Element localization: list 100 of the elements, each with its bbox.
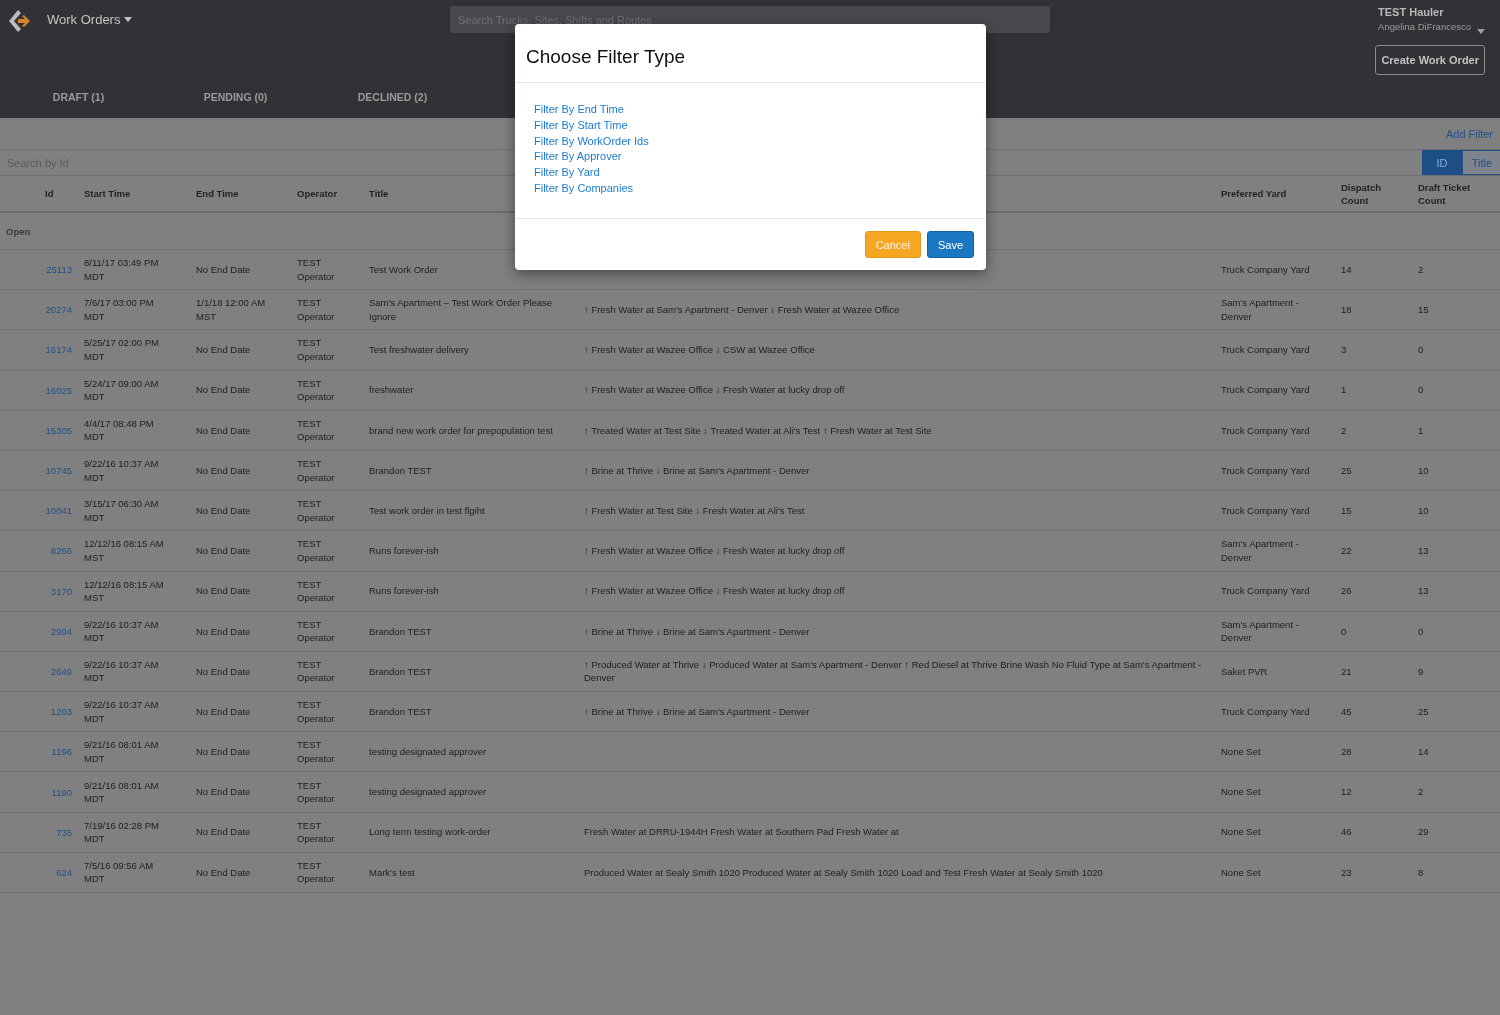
table-cell-text: No End Date bbox=[195, 423, 252, 438]
work-order-id-link[interactable]: 2649 bbox=[50, 665, 78, 677]
table-cell-text: Brandon TEST bbox=[368, 463, 433, 478]
work-order-id-link[interactable]: 3170 bbox=[50, 585, 78, 597]
table-cell-text: Runs forever-ish bbox=[368, 544, 440, 558]
search-mode-button[interactable]: ID bbox=[1422, 150, 1462, 175]
tab[interactable]: DRAFT (1) bbox=[0, 80, 157, 118]
filter-option-link[interactable]: Filter By Companies bbox=[534, 182, 634, 196]
table-cell-text: Long term testing work-order bbox=[368, 825, 492, 839]
work-order-id-link[interactable]: 735 bbox=[56, 826, 78, 838]
table-cell-text: 29 bbox=[1417, 825, 1430, 839]
work-order-id-link[interactable]: 1203 bbox=[50, 706, 78, 718]
table-cell-text: 1 bbox=[1340, 383, 1348, 397]
work-order-id-link[interactable]: 20274 bbox=[45, 304, 78, 316]
table-cell-text: 7/6/17 03:00 PM MDT bbox=[83, 296, 155, 324]
table-cell-text: ↑ Fresh Water at Wazee Office ↓ Fresh Water at lucky drop off bbox=[583, 383, 846, 397]
table-cell-text: 9 bbox=[1417, 664, 1425, 679]
filter-option-link[interactable]: Filter By Start Time bbox=[534, 118, 628, 133]
table-cell-text: 13 bbox=[1417, 544, 1430, 558]
group-label: Open bbox=[6, 225, 31, 237]
caret-icon bbox=[124, 17, 133, 22]
table-cell-text: ↑ Fresh Water at Wazee Office ↓ Fresh Water at lucky drop off bbox=[583, 584, 846, 598]
filter-option-link[interactable]: Filter By End Time bbox=[534, 103, 624, 117]
table-cell-text: Sam's Apartment – Test Work Order Please Ignore bbox=[368, 296, 554, 324]
table-cell-text: Brandon TEST bbox=[368, 624, 433, 639]
table-cell-text: freshwater bbox=[368, 383, 415, 397]
table-cell-text: Fresh Water at DRRU-1944H Fresh Water at Southern Pad Fresh Water at bbox=[583, 825, 900, 839]
tab[interactable]: PENDING (0) bbox=[157, 80, 314, 118]
table-cell-text: 25 bbox=[1340, 463, 1353, 478]
column-header: Id bbox=[44, 187, 55, 200]
table-cell-text: ↑ Brine at Thrive ↓ Brine at Sam's Apartment - Denver bbox=[583, 704, 811, 719]
cancel-button[interactable]: Cancel bbox=[864, 231, 921, 258]
table-cell-text: 8/11/17 03:49 PM MDT bbox=[83, 256, 160, 284]
work-order-id-link[interactable]: 10745 bbox=[45, 465, 78, 477]
save-button[interactable]: Save bbox=[926, 231, 974, 258]
table-cell-text: 45 bbox=[1340, 704, 1353, 719]
table-cell-text: TEST Operator bbox=[296, 858, 336, 886]
table-cell-text: No End Date bbox=[195, 825, 252, 839]
work-order-id-link[interactable]: 2994 bbox=[50, 625, 78, 637]
app-menu[interactable]: Work Orders bbox=[47, 8, 133, 31]
filter-option-link[interactable]: Filter By Approver bbox=[534, 150, 622, 164]
table-cell-text: Brandon TEST bbox=[368, 704, 433, 719]
work-order-id-link[interactable]: 8266 bbox=[50, 545, 78, 557]
filter-option-link[interactable]: Filter By WorkOrder Ids bbox=[534, 134, 649, 148]
table-cell-text: Test freshwater delivery bbox=[368, 343, 470, 357]
table-cell-text: ↑ Fresh Water at Test Site ↓ Fresh Water at Ali's Test bbox=[583, 503, 806, 518]
table-cell-text: TEST Operator bbox=[296, 256, 336, 284]
table-cell-text: None Set bbox=[1220, 785, 1262, 799]
table-cell-text: 9/21/16 08:01 AM MDT bbox=[83, 738, 160, 766]
table-cell-text: 15 bbox=[1340, 503, 1353, 518]
create-work-order-button[interactable]: Create Work Order bbox=[1375, 45, 1485, 75]
work-order-id-link[interactable]: 10041 bbox=[45, 505, 78, 517]
table-cell-text: No End Date bbox=[195, 745, 252, 759]
user-name: Angelina DiFrancesco bbox=[1378, 21, 1471, 32]
table-cell-text: 3 bbox=[1340, 343, 1348, 357]
table-cell-text: 2 bbox=[1417, 785, 1425, 799]
table-cell-text: 14 bbox=[1417, 745, 1430, 759]
column-header: End Time bbox=[195, 187, 240, 200]
table-cell-text: 0 bbox=[1340, 624, 1348, 639]
table-cell-text: ↑ Fresh Water at Sam's Apartment - Denver ↓ Fresh Water at Wazee Office bbox=[583, 303, 901, 317]
work-order-id-link[interactable]: 1196 bbox=[51, 746, 78, 758]
table-cell-text: None Set bbox=[1220, 865, 1262, 880]
work-order-id-link[interactable]: 25113 bbox=[46, 264, 78, 276]
table-cell-text: 22 bbox=[1340, 544, 1353, 558]
table-cell-text: 12 bbox=[1340, 785, 1353, 799]
table-cell-text: TEST Operator bbox=[296, 457, 336, 485]
work-order-id-link[interactable]: 624 bbox=[56, 866, 78, 878]
table-cell-text: 2 bbox=[1340, 423, 1348, 438]
table-cell-text: TEST Operator bbox=[296, 416, 336, 444]
table-cell-text: Sam's Apartment - Denver bbox=[1220, 296, 1300, 324]
table-cell-text: Truck Company Yard bbox=[1220, 503, 1311, 518]
table-cell-text: 13 bbox=[1417, 584, 1430, 598]
search-mode-button[interactable]: Title bbox=[1462, 150, 1500, 175]
add-filter-link[interactable]: Add Filter bbox=[1445, 127, 1493, 140]
table-cell-text: Mark's test bbox=[368, 865, 416, 880]
table-cell-text: Truck Company Yard bbox=[1220, 383, 1311, 397]
work-order-id-link[interactable]: 1190 bbox=[51, 786, 78, 798]
table-cell-text: 9/22/16 10:37 AM MDT bbox=[83, 657, 160, 685]
table-cell-text: TEST Operator bbox=[296, 497, 336, 525]
table-cell-text: No End Date bbox=[195, 865, 252, 880]
table-cell-text: Truck Company Yard bbox=[1220, 584, 1311, 598]
work-order-id-link[interactable]: 16025 bbox=[45, 384, 78, 396]
table-cell-text: 8 bbox=[1417, 865, 1425, 880]
work-order-id-link[interactable]: 15305 bbox=[45, 424, 78, 436]
table-cell-text: 26 bbox=[1340, 584, 1353, 598]
table-cell-text: 10 bbox=[1417, 463, 1430, 478]
logo-icon bbox=[7, 8, 33, 34]
table-cell-text: Test work order in test flgiht bbox=[368, 503, 486, 518]
filter-option-link[interactable]: Filter By Yard bbox=[534, 166, 600, 180]
table-cell-text: Test Work Order bbox=[368, 262, 439, 277]
table-cell-text: No End Date bbox=[195, 704, 252, 719]
column-header: Title bbox=[368, 187, 390, 200]
work-order-id-link[interactable]: 16174 bbox=[45, 344, 78, 356]
table-cell-text: Produced Water at Sealy Smith 1020 Produced Water at Sealy Smith 1020 Load and Test Fresh Water at Sealy Smith 1020 bbox=[583, 865, 1104, 880]
table-cell-text: Sam's Apartment - Denver bbox=[1220, 537, 1300, 565]
table-cell-text: 5/25/17 02:00 PM MDT bbox=[83, 336, 160, 364]
tab[interactable]: DECLINED (2) bbox=[314, 80, 471, 118]
table-cell-text: No End Date bbox=[195, 262, 252, 277]
table-cell-text: 0 bbox=[1417, 383, 1425, 397]
table-cell-text: Truck Company Yard bbox=[1220, 463, 1311, 478]
